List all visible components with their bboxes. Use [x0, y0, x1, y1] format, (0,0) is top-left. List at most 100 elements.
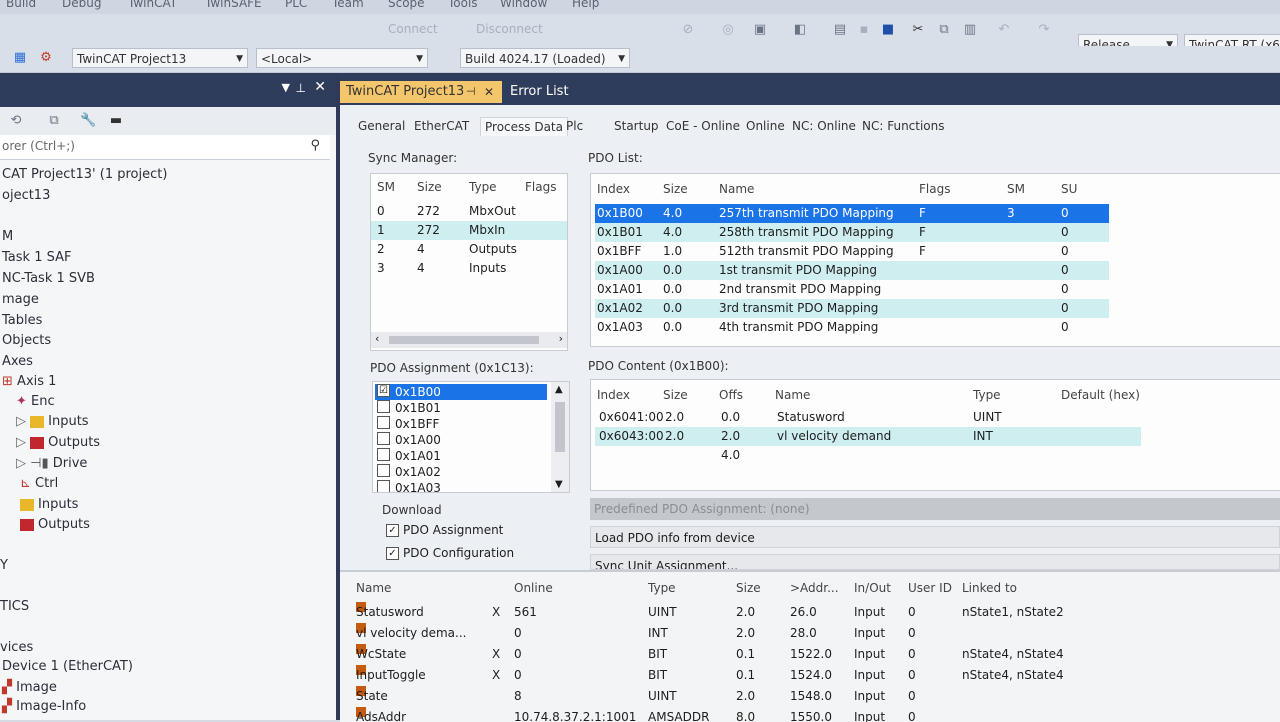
- cut-icon[interactable]: ✂: [910, 22, 926, 38]
- pdo-list-row[interactable]: 0x1A01 0.0 2nd transmit PDO Mapping 0: [595, 280, 1109, 299]
- col-header[interactable]: Linked to: [962, 578, 1017, 599]
- pdo-assignment-item[interactable]: 0x1A00: [375, 432, 547, 448]
- collapse-icon[interactable]: ⧉: [46, 113, 62, 129]
- scroll-up-icon[interactable]: ▲: [555, 384, 563, 395]
- subtab-process-data[interactable]: Process Data: [480, 117, 568, 136]
- close-icon[interactable]: ✕: [314, 79, 326, 95]
- pdo-assignment-item[interactable]: 0x1BFF: [375, 416, 547, 432]
- col-header[interactable]: Size: [736, 578, 761, 599]
- sync-icon[interactable]: ⟲: [8, 113, 24, 129]
- col-header[interactable]: Name: [356, 578, 391, 599]
- tree-item-inputs[interactable]: Inputs: [20, 497, 78, 512]
- build-select[interactable]: Build 4024.17 (Loaded) ▼: [460, 48, 630, 68]
- pdo-assignment-list[interactable]: ☑ 0x1B00 0x1B01 0x1BFF 0x1A00 0x1A01 0x1A…: [372, 381, 570, 493]
- target-select[interactable]: <Local> ▼: [256, 48, 428, 68]
- tree-item-devices[interactable]: vices: [0, 640, 33, 655]
- tree-item-device1[interactable]: Device 1 (EtherCAT): [2, 659, 133, 674]
- expand-icon[interactable]: ▷: [16, 414, 26, 429]
- tree-item-outputs[interactable]: Outputs: [20, 517, 90, 532]
- menu-twincat[interactable]: TwinCAT: [128, 0, 177, 10]
- pdo-list-row[interactable]: 0x1B00 4.0 257th transmit PDO Mapping F 3 0: [595, 204, 1109, 223]
- menu-plc[interactable]: PLC: [285, 0, 307, 10]
- col-header[interactable]: >Addr...: [790, 578, 839, 599]
- tree-item-device-image[interactable]: ▞ Image: [2, 680, 57, 695]
- save-icon[interactable]: ▪: [856, 22, 872, 38]
- sync-manager-row[interactable]: 2 4 Outputs: [371, 240, 567, 259]
- subtab-plc[interactable]: Plc: [566, 119, 583, 133]
- subtab-ethercat[interactable]: EtherCAT: [414, 119, 469, 133]
- variable-row[interactable]: WcState X 0 BIT 0.1 1522.0 Input 0 nStat…: [340, 644, 1280, 665]
- predefined-pdo-assignment-select[interactable]: Predefined PDO Assignment: (none): [590, 498, 1280, 520]
- pdo-list-row[interactable]: 0x1A03 0.0 4th transmit PDO Mapping 0: [595, 318, 1109, 337]
- subtab-general[interactable]: General: [358, 119, 405, 133]
- subtab-nc-functions[interactable]: NC: Functions: [862, 119, 945, 133]
- subtab-coe-online[interactable]: CoE - Online: [666, 119, 740, 133]
- dropdown-icon[interactable]: ▼: [282, 81, 290, 94]
- paste-icon[interactable]: ▥: [962, 22, 978, 38]
- horizontal-scrollbar[interactable]: ‹ ›: [371, 332, 567, 348]
- close-icon[interactable]: ✕: [484, 81, 494, 103]
- menu-window[interactable]: Window: [500, 0, 547, 10]
- tree-item-axis1[interactable]: ⊞ Axis 1: [2, 374, 56, 389]
- pdo-assignment-item[interactable]: ☑ 0x1B00: [375, 384, 547, 400]
- pdo-assignment-item[interactable]: 0x1A03: [375, 480, 547, 492]
- tab-twincat-project[interactable]: TwinCAT Project13 ⊣ ✕: [340, 81, 502, 103]
- tree-item-project[interactable]: oject13: [2, 188, 50, 203]
- menu-scope[interactable]: Scope: [388, 0, 425, 10]
- save-all-icon[interactable]: ■: [880, 22, 896, 38]
- pdo-assignment-item[interactable]: 0x1B01: [375, 400, 547, 416]
- redo-icon[interactable]: ↷: [1036, 22, 1052, 38]
- pdo-content-row[interactable]: 0x6041:00 2.0 0.0 Statusword UINT: [595, 408, 1141, 427]
- tree-item-enc-outputs[interactable]: ▷ Outputs: [16, 435, 100, 450]
- tree-item-solution[interactable]: CAT Project13' (1 project): [2, 167, 167, 182]
- project-select[interactable]: TwinCAT Project13 ▼: [72, 48, 248, 68]
- col-header[interactable]: Online: [514, 578, 553, 599]
- tree-item-enc-inputs[interactable]: ▷ Inputs: [16, 414, 89, 429]
- search-input[interactable]: orer (Ctrl+;): [2, 139, 75, 153]
- col-header[interactable]: User ID: [908, 578, 952, 599]
- menu-tools[interactable]: Tools: [448, 0, 478, 10]
- tree-item-enc[interactable]: ✦ Enc: [16, 394, 55, 409]
- sync-unit-assignment-button[interactable]: Sync Unit Assignment...: [590, 554, 1280, 570]
- scroll-thumb[interactable]: [555, 402, 565, 452]
- scroll-left-icon[interactable]: ‹: [375, 332, 379, 345]
- tree-item-tables[interactable]: Tables: [2, 313, 42, 328]
- scroll-thumb[interactable]: [389, 336, 539, 344]
- pdo-assignment-item[interactable]: 0x1A02: [375, 464, 547, 480]
- restart-icon[interactable]: ⚙: [38, 50, 54, 66]
- download-pdo-configuration-checkbox[interactable]: ✓ PDO Configuration: [386, 546, 514, 560]
- pdo-content-row[interactable]: 0x6043:00 2.0 2.0 vl velocity demand INT: [595, 427, 1141, 446]
- tree-item-y[interactable]: Y: [0, 558, 8, 573]
- connect-button[interactable]: Connect: [388, 22, 438, 36]
- expand-icon[interactable]: ▷: [16, 435, 26, 450]
- pdo-list-row[interactable]: 0x1A02 0.0 3rd transmit PDO Mapping 0: [595, 299, 1109, 318]
- copy-icon[interactable]: ⧉: [936, 22, 952, 38]
- subtab-startup[interactable]: Startup: [614, 119, 659, 133]
- search-icon[interactable]: ⚲: [310, 138, 320, 153]
- pdo-list-row[interactable]: 0x1A00 0.0 1st transmit PDO Mapping 0: [595, 261, 1109, 280]
- menu-team[interactable]: Team: [332, 0, 364, 10]
- stop-icon[interactable]: ⊘: [680, 22, 696, 38]
- tree-item-image-info[interactable]: ▞ Image-Info: [2, 699, 86, 714]
- menu-build[interactable]: Build: [6, 0, 36, 10]
- tree-item-m[interactable]: M: [2, 229, 13, 244]
- minus-icon[interactable]: ▬: [108, 113, 124, 129]
- menu-help[interactable]: Help: [572, 0, 599, 10]
- tab-error-list[interactable]: Error List: [504, 81, 575, 103]
- variable-row[interactable]: vl velocity dema... 0 INT 2.0 28.0 Input…: [340, 623, 1280, 644]
- pdo-content-row[interactable]: 4.0: [595, 446, 1141, 465]
- activate-config-icon[interactable]: ▦: [12, 50, 28, 66]
- sync-manager-row[interactable]: 0 272 MbxOut: [371, 202, 567, 221]
- run-icon[interactable]: ◎: [720, 22, 736, 38]
- tree-item-image[interactable]: mage: [2, 292, 39, 307]
- explorer-search[interactable]: orer (Ctrl+;) ⚲: [0, 135, 330, 160]
- subtab-nc-online[interactable]: NC: Online: [792, 119, 856, 133]
- add-item-icon[interactable]: ◧: [792, 22, 808, 38]
- new-item-icon[interactable]: ▣: [752, 22, 768, 38]
- sync-manager-row[interactable]: 3 4 Inputs: [371, 259, 567, 278]
- tree-item-axes[interactable]: Axes: [2, 354, 33, 369]
- tree-item-drive[interactable]: ▷ ⊣▮ Drive: [16, 456, 87, 471]
- subtab-online[interactable]: Online: [746, 119, 785, 133]
- pdo-list-row[interactable]: 0x1BFF 1.0 512th transmit PDO Mapping F 0: [595, 242, 1109, 261]
- expand-icon[interactable]: ▷: [16, 456, 26, 471]
